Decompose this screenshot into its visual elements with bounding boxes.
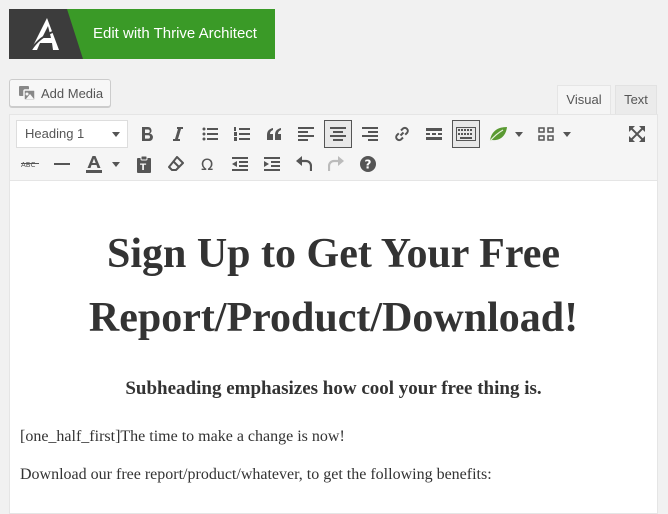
bold-button[interactable] <box>133 120 161 148</box>
fullscreen-icon <box>629 126 645 142</box>
editor-toolbar: Heading 1 ABC T Ω ? <box>10 115 657 181</box>
svg-text:T: T <box>140 163 147 173</box>
align-center-button[interactable] <box>324 120 352 148</box>
link-button[interactable] <box>388 120 416 148</box>
bullet-list-button[interactable] <box>196 120 224 148</box>
grid-icon <box>538 127 554 141</box>
numbered-list-icon <box>234 127 250 141</box>
chevron-down-icon[interactable] <box>515 132 523 137</box>
align-right-icon <box>362 127 378 141</box>
redo-button[interactable] <box>322 150 350 178</box>
chevron-down-icon <box>112 132 120 137</box>
svg-text:ABC: ABC <box>21 161 35 169</box>
outdent-button[interactable] <box>226 150 254 178</box>
chevron-down-icon[interactable] <box>112 162 120 167</box>
strikethrough-icon: ABC <box>21 161 39 169</box>
toolbar-toggle-icon <box>456 127 476 141</box>
indent-icon <box>264 157 280 171</box>
chevron-down-icon[interactable] <box>563 132 571 137</box>
paragraph-2: Download our free report/product/whateve… <box>20 466 492 483</box>
subheading: Subheading emphasizes how cool your free… <box>125 378 542 399</box>
paragraph-1: [one_half_first]The time to make a chang… <box>20 428 345 445</box>
special-character-icon: Ω <box>201 156 213 172</box>
leaf-icon <box>489 127 507 142</box>
tab-text[interactable]: Text <box>615 85 657 115</box>
clear-formatting-button[interactable] <box>162 150 190 178</box>
editor: Heading 1 ABC T Ω ? Sign Up to Get Your … <box>9 114 658 514</box>
align-left-button[interactable] <box>292 120 320 148</box>
heading-line-1: Sign Up to Get Your Free <box>106 231 561 277</box>
thrive-leaf-button[interactable] <box>484 120 512 148</box>
grid-button[interactable] <box>532 120 560 148</box>
italic-icon <box>173 127 183 141</box>
thrive-button-label: Edit with Thrive Architect <box>93 25 257 42</box>
paste-text-icon: T <box>137 155 151 173</box>
redo-icon <box>328 156 344 171</box>
indent-button[interactable] <box>258 150 286 178</box>
link-icon <box>395 126 409 142</box>
bullet-list-icon <box>202 127 218 141</box>
add-media-button[interactable]: Add Media <box>9 79 111 107</box>
tab-visual[interactable]: Visual <box>557 85 611 115</box>
undo-icon <box>296 156 312 171</box>
align-right-button[interactable] <box>356 120 384 148</box>
undo-button[interactable] <box>290 150 318 178</box>
text-color-button[interactable] <box>80 150 108 178</box>
read-more-button[interactable] <box>420 120 448 148</box>
help-icon: ? <box>360 156 376 172</box>
toolbar-row-2: ABC T Ω ? <box>10 148 657 178</box>
toolbar-toggle-button[interactable] <box>452 120 480 148</box>
clear-formatting-icon <box>168 156 184 171</box>
svg-text:Ω: Ω <box>201 156 213 172</box>
thrive-logo-icon <box>9 9 83 59</box>
help-button[interactable]: ? <box>354 150 382 178</box>
toolbar-row-1: Heading 1 <box>10 118 657 148</box>
horizontal-line-button[interactable] <box>48 150 76 178</box>
numbered-list-button[interactable] <box>228 120 256 148</box>
text-color-icon <box>86 156 102 173</box>
edit-with-thrive-button[interactable]: Edit with Thrive Architect <box>9 9 275 59</box>
italic-button[interactable] <box>164 120 192 148</box>
strikethrough-button[interactable]: ABC <box>16 150 44 178</box>
blockquote-button[interactable] <box>260 120 288 148</box>
heading-line-2: Report/Product/Download! <box>88 295 579 341</box>
page-heading: Sign Up to Get Your Free Report/Product/… <box>10 222 657 350</box>
special-character-button[interactable]: Ω <box>194 150 222 178</box>
bold-icon <box>142 127 153 142</box>
paste-text-button[interactable]: T <box>130 150 158 178</box>
align-left-icon <box>298 127 314 141</box>
outdent-icon <box>232 157 248 171</box>
add-media-label: Add Media <box>41 85 104 101</box>
media-icon <box>19 86 36 101</box>
format-select-value: Heading 1 <box>25 126 85 141</box>
horizontal-line-icon <box>54 163 70 165</box>
format-select[interactable]: Heading 1 <box>16 120 128 148</box>
blockquote-icon <box>267 128 281 140</box>
fullscreen-button[interactable] <box>623 120 651 148</box>
read-more-icon <box>426 128 442 140</box>
align-center-icon <box>330 127 346 141</box>
svg-text:?: ? <box>365 158 372 172</box>
